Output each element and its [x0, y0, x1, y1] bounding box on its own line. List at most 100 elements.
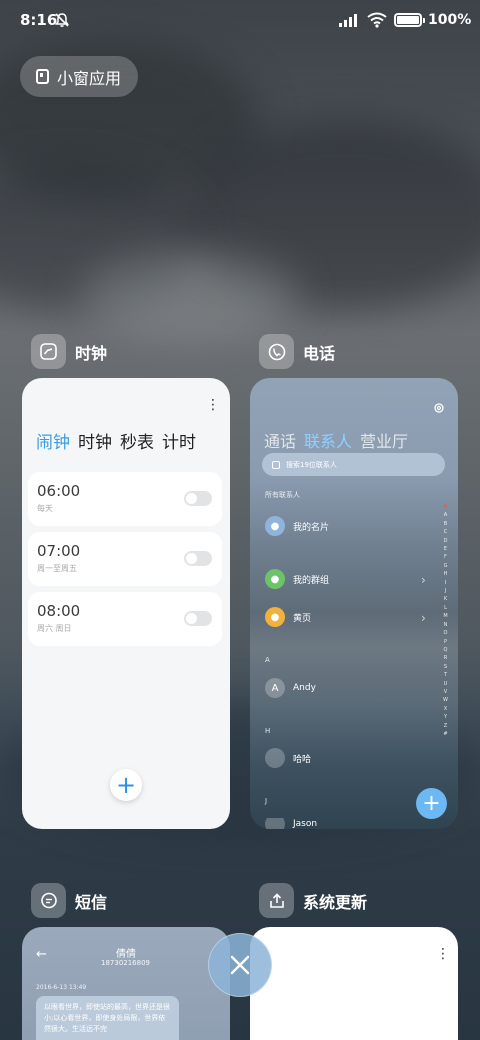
search-placeholder: 搜索19位联系人: [286, 460, 337, 469]
section-all-contacts: 所有联系人: [265, 491, 300, 499]
alarm-toggle[interactable]: [184, 551, 212, 566]
alphabet-index-letter[interactable]: H: [441, 570, 450, 578]
chevron-right-icon: ›: [421, 573, 426, 587]
alphabet-index-letter[interactable]: E: [441, 545, 450, 553]
alphabet-index-letter[interactable]: N: [441, 621, 450, 629]
alphabet-index-letter[interactable]: O: [441, 629, 450, 637]
sms-contact-name: 倩倩: [116, 949, 136, 960]
clock-more-icon[interactable]: ⋮: [206, 398, 220, 412]
message-app-icon: [31, 883, 66, 918]
clock-tabs: 闹钟 时钟 秒表 计时: [36, 428, 196, 453]
tab-timer[interactable]: 计时: [162, 428, 196, 453]
clock-app-header[interactable]: 时钟: [31, 334, 107, 369]
status-time: 8:16: [20, 11, 58, 29]
bell-off-icon: [55, 13, 69, 27]
alarm-toggle[interactable]: [184, 491, 212, 506]
tab-alarm[interactable]: 闹钟: [36, 428, 70, 453]
alarm-repeat: 周六 周日: [37, 624, 72, 633]
alphabet-index-letter[interactable]: T: [441, 671, 450, 679]
small-window-apps-button[interactable]: 小窗应用: [20, 56, 138, 97]
add-contact-button[interactable]: +: [416, 788, 447, 819]
small-window-label: 小窗应用: [57, 68, 122, 88]
status-bar: 8:16 100%: [0, 0, 480, 42]
sms-contact-number: 18730216809: [101, 959, 150, 967]
alarm-repeat: 周一至周五: [37, 564, 77, 573]
system-update-icon: [259, 883, 294, 918]
wifi-icon: [367, 12, 387, 28]
alphabet-index-letter[interactable]: S: [441, 663, 450, 671]
messages-app-header[interactable]: 短信: [31, 883, 107, 918]
contact-avatar: [265, 748, 285, 768]
update-app-name: 系统更新: [303, 892, 368, 912]
tab-contacts[interactable]: 联系人: [304, 428, 352, 452]
add-alarm-button[interactable]: +: [110, 769, 142, 801]
back-arrow-icon[interactable]: ←: [36, 947, 47, 962]
alphabet-index-letter[interactable]: R: [441, 654, 450, 662]
clock-app-icon: [31, 334, 66, 369]
clear-all-button[interactable]: [208, 933, 272, 997]
small-window-icon: [36, 69, 49, 84]
alphabet-index[interactable]: # A B C D E F G H I J K L M N O P Q R S T U V W X Y Z #: [441, 503, 450, 738]
yellow-pages-item[interactable]: ● 黄页: [265, 607, 311, 627]
alphabet-index-letter[interactable]: K: [441, 595, 450, 603]
yellow-pages-icon: ●: [265, 607, 285, 627]
search-icon: [272, 460, 280, 469]
update-app-header[interactable]: 系统更新: [259, 883, 367, 918]
battery-percent: 100%: [428, 12, 472, 28]
alphabet-index-letter[interactable]: F: [441, 553, 450, 561]
group-icon: ●: [265, 569, 285, 589]
update-more-icon[interactable]: ⋮: [436, 947, 450, 961]
alphabet-index-letter[interactable]: W: [441, 696, 450, 704]
alarm-repeat: 每天: [37, 504, 53, 513]
my-card-item[interactable]: ● 我的名片: [265, 516, 329, 536]
alphabet-index-letter[interactable]: A: [441, 511, 450, 519]
my-groups-label: 我的群组: [293, 575, 330, 586]
alphabet-index-letter[interactable]: U: [441, 680, 450, 688]
phone-app-name: 电话: [303, 343, 336, 363]
alphabet-index-letter[interactable]: L: [441, 604, 450, 612]
alphabet-index-letter[interactable]: C: [441, 528, 450, 536]
alphabet-index-letter[interactable]: D: [441, 537, 450, 545]
alphabet-index-letter[interactable]: Z: [441, 722, 450, 730]
tab-service-hall[interactable]: 营业厅: [360, 428, 408, 452]
contact-item[interactable]: A Andy: [265, 678, 316, 698]
alphabet-index-letter[interactable]: #: [441, 730, 450, 738]
tab-clock[interactable]: 时钟: [78, 428, 112, 453]
alarm-item[interactable]: 08:00 周六 周日: [28, 592, 222, 646]
contact-avatar: [265, 818, 285, 829]
alphabet-index-letter[interactable]: Y: [441, 713, 450, 721]
alarm-item[interactable]: 06:00 每天: [28, 472, 222, 526]
contact-avatar: A: [265, 678, 285, 698]
alphabet-index-letter[interactable]: Q: [441, 646, 450, 654]
tab-stopwatch[interactable]: 秒表: [120, 428, 154, 453]
alphabet-index-letter[interactable]: J: [441, 587, 450, 595]
alphabet-index-letter[interactable]: V: [441, 688, 450, 696]
alphabet-index-letter[interactable]: #: [441, 503, 450, 511]
tab-calls[interactable]: 通话: [264, 428, 296, 452]
alphabet-index-letter[interactable]: M: [441, 612, 450, 620]
alarm-toggle[interactable]: [184, 611, 212, 626]
system-update-app-card[interactable]: [250, 927, 458, 1040]
alphabet-index-letter[interactable]: P: [441, 638, 450, 646]
battery-icon: [394, 13, 425, 27]
phone-app-icon: [259, 334, 294, 369]
signal-icon: [339, 14, 357, 27]
chevron-right-icon: ›: [421, 611, 426, 625]
alarm-time: 07:00: [37, 542, 81, 560]
my-groups-item[interactable]: ● 我的群组: [265, 569, 329, 589]
section-header-a: A: [265, 656, 270, 664]
contact-item[interactable]: 哈哈: [265, 748, 311, 768]
alarm-item[interactable]: 07:00 周一至周五: [28, 532, 222, 586]
settings-icon[interactable]: [433, 402, 445, 414]
phone-app-header[interactable]: 电话: [259, 334, 335, 369]
contacts-search-input[interactable]: 搜索19位联系人: [262, 453, 445, 476]
alarm-time: 08:00: [37, 602, 81, 620]
contact-item[interactable]: Jason: [265, 818, 317, 829]
alphabet-index-letter[interactable]: G: [441, 562, 450, 570]
messages-app-name: 短信: [75, 892, 108, 912]
section-header-h: H: [265, 727, 271, 735]
alphabet-index-letter[interactable]: X: [441, 705, 450, 713]
alphabet-index-letter[interactable]: B: [441, 520, 450, 528]
contact-name: Jason: [293, 818, 318, 829]
alphabet-index-letter[interactable]: I: [441, 579, 450, 587]
